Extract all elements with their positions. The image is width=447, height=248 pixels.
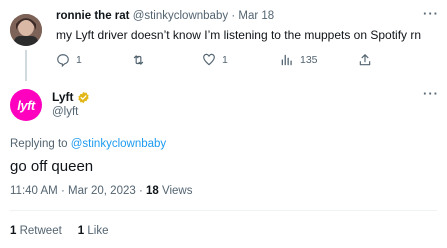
more-icon[interactable]: ··· <box>423 86 439 101</box>
divider <box>10 210 437 211</box>
views-button[interactable]: 135 <box>280 53 318 67</box>
tweet-text: my Lyft driver doesn’t know I’m listenin… <box>56 28 422 42</box>
like-label: Like <box>87 225 109 237</box>
replying-to: Replying to @stinkyclownbaby <box>10 138 166 150</box>
tweet-date[interactable]: Mar 20, 2023 <box>68 185 136 197</box>
views-count: 135 <box>300 54 318 66</box>
likes-stat[interactable]: 1 Like <box>78 225 109 237</box>
display-name-row: Lyft <box>52 90 90 104</box>
replying-to-link[interactable]: @stinkyclownbaby <box>71 138 166 150</box>
tweet-meta: 11:40 AM · Mar 20, 2023 · 18 Views <box>10 185 192 197</box>
tweet-text: go off queen <box>10 158 94 175</box>
retweet-count: 1 <box>10 225 17 237</box>
reply-count: 1 <box>76 54 82 66</box>
share-button[interactable] <box>358 53 372 67</box>
share-icon <box>359 54 371 66</box>
like-count: 1 <box>222 54 228 66</box>
action-bar: 1 1 135 <box>56 53 376 69</box>
reply-button[interactable]: 1 <box>56 53 82 67</box>
avatar[interactable]: lyft <box>10 89 42 121</box>
retweet-icon <box>133 55 144 65</box>
tweet-reply[interactable]: lyft Lyft @lyft ··· Replying to @stinkyc… <box>0 81 447 248</box>
reply-icon <box>57 54 69 67</box>
engagement-stats: 1 Retweet 1 Like <box>10 225 109 237</box>
replying-prefix: Replying to <box>10 138 68 150</box>
retweet-label: Retweet <box>19 225 62 237</box>
avatar[interactable] <box>10 14 42 46</box>
separator: · <box>138 185 143 197</box>
views-icon <box>281 54 292 66</box>
separator: · <box>60 185 65 197</box>
handle[interactable]: @lyft <box>52 106 78 118</box>
tweet-time[interactable]: 11:40 AM <box>10 185 58 197</box>
more-icon[interactable]: ··· <box>423 6 439 21</box>
thread-line <box>25 50 27 81</box>
display-name[interactable]: Lyft <box>52 90 74 104</box>
like-button[interactable]: 1 <box>202 53 228 67</box>
retweets-stat[interactable]: 1 Retweet <box>10 225 62 237</box>
display-name[interactable]: ronnie the rat <box>56 10 129 22</box>
separator: · <box>231 10 236 22</box>
lyft-logo: lyft <box>17 97 35 113</box>
handle[interactable]: @stinkyclownbaby <box>133 10 228 22</box>
heart-icon <box>203 53 215 66</box>
views-count: 18 <box>146 185 159 197</box>
like-count: 1 <box>77 225 85 237</box>
tweet-header: ronnie the rat @stinkyclownbaby · Mar 18 <box>56 10 274 22</box>
retweet-button[interactable] <box>131 53 152 67</box>
views-label: Views <box>162 185 193 197</box>
tweet-original[interactable]: ronnie the rat @stinkyclownbaby · Mar 18… <box>0 0 447 81</box>
verified-badge-icon <box>77 91 89 103</box>
tweet-date[interactable]: Mar 18 <box>238 10 274 22</box>
